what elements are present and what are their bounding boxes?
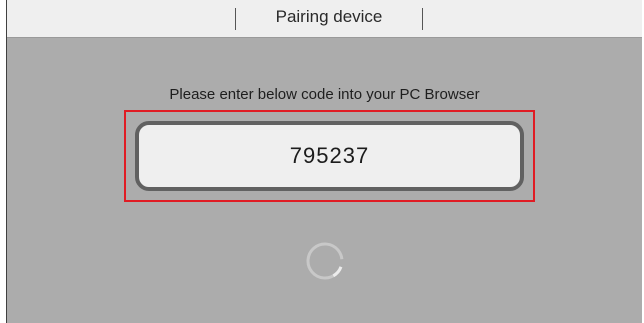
pairing-screen: Pairing device Please enter below code i… — [6, 0, 642, 323]
loading-spinner-icon — [306, 242, 344, 280]
pairing-code: 795237 — [289, 143, 370, 168]
pairing-instruction: Please enter below code into your PC Bro… — [169, 86, 480, 103]
pairing-code-field: 795237 — [135, 121, 524, 191]
title-divider-right — [422, 8, 423, 30]
title-bar: Pairing device — [7, 0, 642, 38]
page-title: Pairing device — [275, 7, 383, 26]
